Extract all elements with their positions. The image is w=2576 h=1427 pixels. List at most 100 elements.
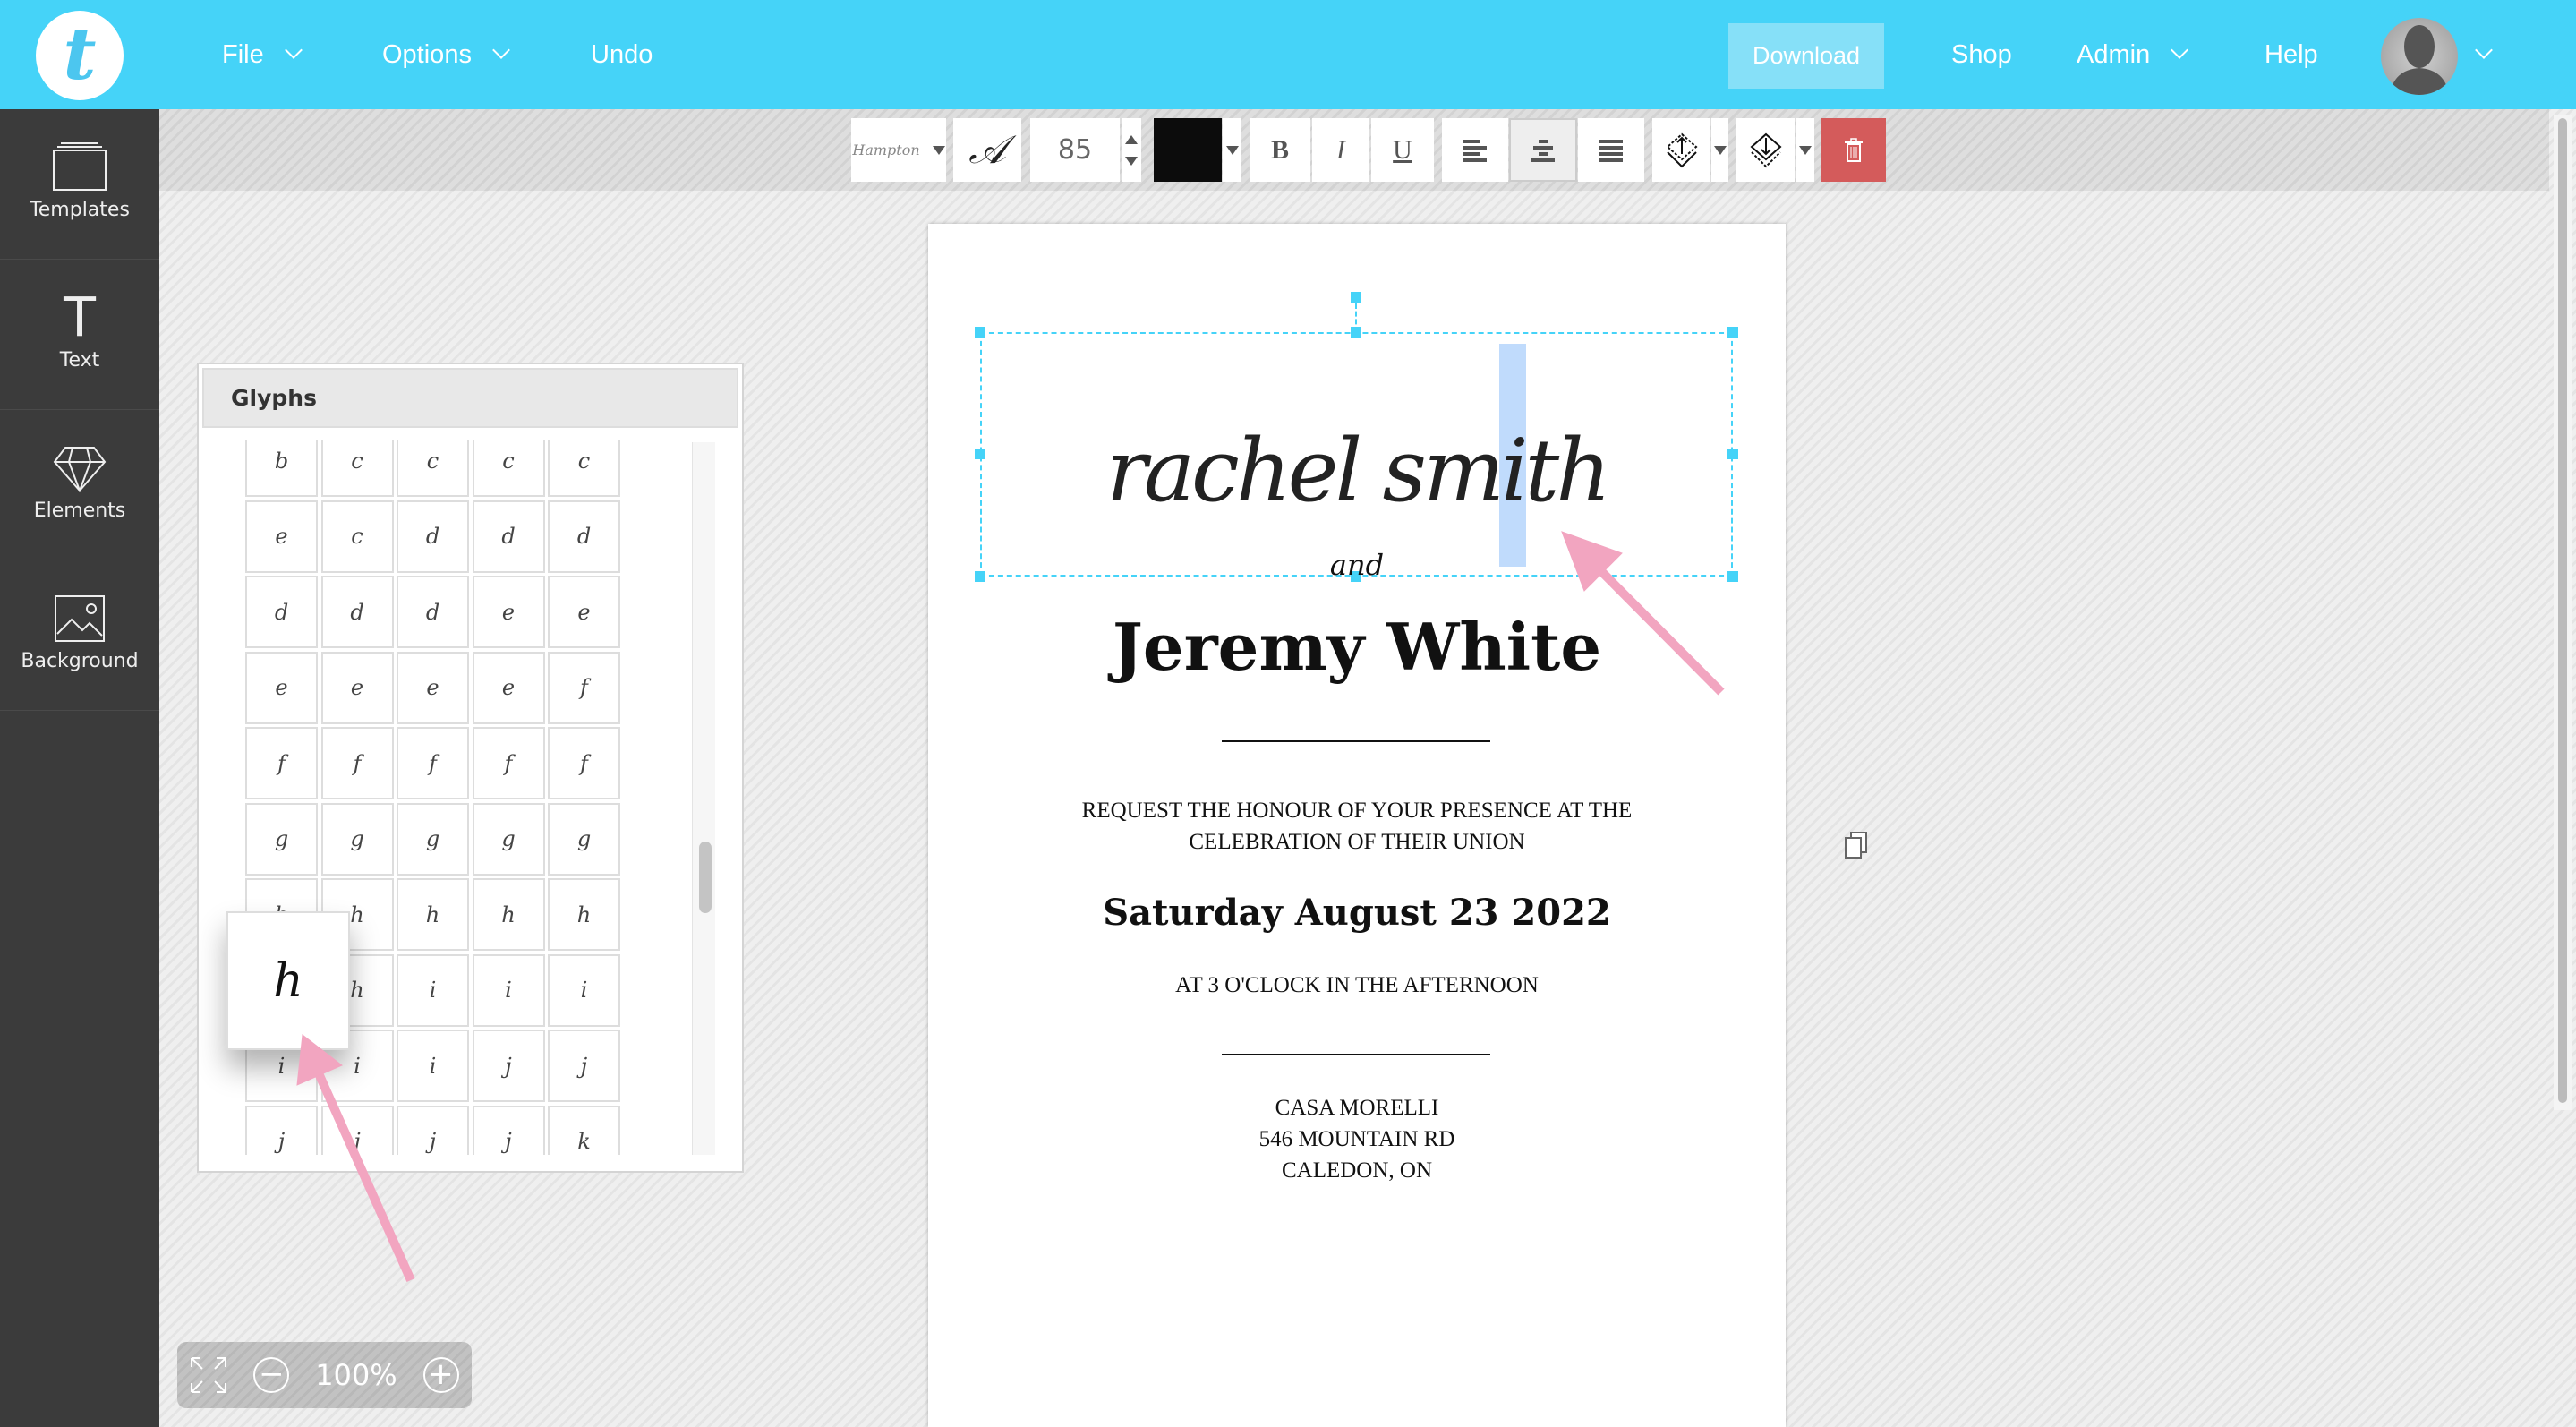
caret-up-icon[interactable] bbox=[1125, 134, 1138, 144]
color-swatch[interactable] bbox=[1154, 118, 1222, 182]
glyph-cell[interactable]: j bbox=[245, 1105, 318, 1155]
fit-screen-icon[interactable] bbox=[190, 1356, 227, 1394]
glyph-cell[interactable]: i bbox=[472, 953, 545, 1027]
glyph-cell[interactable]: f bbox=[245, 727, 318, 799]
document-page[interactable]: rachel smith and Jeremy White REQUEST TH… bbox=[928, 224, 1786, 1427]
avatar[interactable] bbox=[2381, 18, 2458, 95]
glyph-cell[interactable]: e bbox=[397, 651, 469, 724]
caret-down-icon[interactable] bbox=[1125, 156, 1138, 166]
groom-name[interactable]: Jeremy White bbox=[928, 609, 1786, 685]
glyph-cell[interactable]: e bbox=[472, 651, 545, 724]
glyph-cell[interactable]: i bbox=[397, 1030, 469, 1102]
color-dropdown[interactable] bbox=[1223, 118, 1241, 182]
glyph-cell[interactable]: d bbox=[320, 576, 394, 648]
underline-button[interactable]: U bbox=[1371, 118, 1434, 182]
sidebar-item-text[interactable]: T Text bbox=[0, 260, 159, 410]
rotate-handle[interactable] bbox=[1351, 292, 1361, 303]
glyph-scrollbar[interactable] bbox=[692, 442, 715, 1155]
glyph-cell[interactable]: h bbox=[472, 878, 545, 951]
event-date[interactable]: Saturday August 23 2022 bbox=[928, 892, 1786, 934]
app-logo[interactable]: t bbox=[36, 11, 124, 100]
copy-page-icon[interactable] bbox=[1844, 831, 1869, 859]
glyph-cell[interactable]: f bbox=[320, 727, 394, 799]
file-menu[interactable]: File bbox=[222, 0, 303, 109]
glyph-cell[interactable]: g bbox=[320, 802, 394, 876]
font-size-input[interactable]: 85 bbox=[1030, 118, 1120, 182]
shop-link[interactable]: Shop bbox=[1951, 0, 2012, 109]
glyph-cell[interactable]: j bbox=[397, 1105, 469, 1155]
glyph-cell[interactable]: e bbox=[320, 651, 394, 724]
glyph-cell[interactable]: d bbox=[397, 500, 469, 573]
glyph-cell[interactable]: k bbox=[548, 1105, 620, 1155]
glyph-cell[interactable]: c bbox=[397, 440, 469, 497]
glyph-cell[interactable]: i bbox=[548, 953, 620, 1027]
resize-handle[interactable] bbox=[1351, 327, 1361, 338]
scrollbar-thumb[interactable] bbox=[2558, 118, 2567, 1103]
glyph-cell[interactable]: c bbox=[320, 440, 394, 497]
glyph-cell[interactable]: e bbox=[245, 651, 318, 724]
glyph-cell[interactable]: g bbox=[548, 802, 620, 876]
glyph-cell[interactable]: d bbox=[397, 576, 469, 648]
glyph-cell[interactable]: f bbox=[397, 727, 469, 799]
account-menu-toggle[interactable] bbox=[2469, 0, 2493, 109]
help-link[interactable]: Help bbox=[2265, 0, 2318, 109]
resize-handle[interactable] bbox=[1727, 327, 1738, 338]
venue-address[interactable]: 546 MOUNTAIN RD bbox=[928, 1127, 1786, 1152]
request-line-2[interactable]: CELEBRATION OF THEIR UNION bbox=[928, 830, 1786, 855]
align-center-button[interactable] bbox=[1509, 118, 1577, 182]
glyph-cell[interactable]: g bbox=[397, 802, 469, 876]
font-size-stepper[interactable] bbox=[1122, 118, 1141, 182]
glyph-cell[interactable]: b bbox=[245, 440, 318, 497]
font-family-select[interactable]: Hampton bbox=[851, 118, 946, 182]
venue-city[interactable]: CALEDON, ON bbox=[928, 1158, 1786, 1183]
glyph-cell[interactable]: d bbox=[548, 500, 620, 573]
align-left-button[interactable] bbox=[1442, 118, 1508, 182]
glyphs-button[interactable]: 𝒜 bbox=[953, 118, 1021, 182]
admin-menu[interactable]: Admin bbox=[2077, 0, 2189, 109]
glyph-cell[interactable]: g bbox=[472, 802, 545, 876]
align-right-button[interactable] bbox=[1578, 118, 1644, 182]
glyph-cell[interactable]: h bbox=[397, 878, 469, 951]
sidebar-item-elements[interactable]: Elements bbox=[0, 410, 159, 560]
bold-button[interactable]: B bbox=[1250, 118, 1310, 182]
glyph-cell[interactable]: f bbox=[548, 727, 620, 799]
download-button[interactable]: Download bbox=[1728, 23, 1884, 89]
glyph-cell[interactable]: d bbox=[472, 500, 545, 573]
glyph-cell[interactable]: e bbox=[472, 576, 545, 648]
sidebar-item-templates[interactable]: Templates bbox=[0, 109, 159, 260]
venue-name[interactable]: CASA MORELLI bbox=[928, 1096, 1786, 1121]
glyph-cell[interactable]: e bbox=[245, 500, 318, 573]
glyph-cell[interactable]: c bbox=[472, 440, 545, 497]
zoom-out-button[interactable]: − bbox=[253, 1357, 290, 1393]
page-scrollbar[interactable] bbox=[2554, 115, 2572, 1110]
bring-forward-button[interactable] bbox=[1652, 118, 1710, 182]
options-menu[interactable]: Options bbox=[382, 0, 510, 109]
send-backward-button[interactable] bbox=[1736, 118, 1795, 182]
glyph-cell[interactable]: e bbox=[548, 576, 620, 648]
glyph-cell[interactable]: f bbox=[472, 727, 545, 799]
glyph-cell[interactable]: d bbox=[245, 576, 318, 648]
glyph-cell[interactable]: j bbox=[472, 1105, 545, 1155]
event-time[interactable]: AT 3 O'CLOCK IN THE AFTERNOON bbox=[928, 973, 1786, 998]
glyph-cell[interactable]: g bbox=[245, 802, 318, 876]
undo-button[interactable]: Undo bbox=[591, 0, 653, 109]
italic-button[interactable]: I bbox=[1312, 118, 1369, 182]
bring-forward-dropdown[interactable] bbox=[1711, 118, 1728, 182]
glyph-cell[interactable]: f bbox=[548, 651, 620, 724]
glyph-cell[interactable]: j bbox=[472, 1030, 545, 1102]
and-text[interactable]: and bbox=[928, 548, 1786, 582]
zoom-in-button[interactable]: + bbox=[422, 1357, 459, 1393]
glyph-cell[interactable]: j bbox=[320, 1105, 394, 1155]
script-names-text[interactable]: rachel smith bbox=[928, 421, 1786, 521]
delete-button[interactable] bbox=[1821, 118, 1886, 182]
glyph-cell[interactable]: i bbox=[397, 953, 469, 1027]
glyph-cell[interactable]: c bbox=[548, 440, 620, 497]
resize-handle[interactable] bbox=[975, 327, 985, 338]
send-backward-dropdown[interactable] bbox=[1796, 118, 1814, 182]
scrollbar-thumb[interactable] bbox=[699, 842, 712, 913]
glyph-cell[interactable]: j bbox=[548, 1030, 620, 1102]
glyph-cell[interactable]: c bbox=[320, 500, 394, 573]
glyph-cell[interactable]: h bbox=[548, 878, 620, 951]
request-line-1[interactable]: REQUEST THE HONOUR OF YOUR PRESENCE AT T… bbox=[928, 799, 1786, 824]
sidebar-item-background[interactable]: Background bbox=[0, 560, 159, 711]
